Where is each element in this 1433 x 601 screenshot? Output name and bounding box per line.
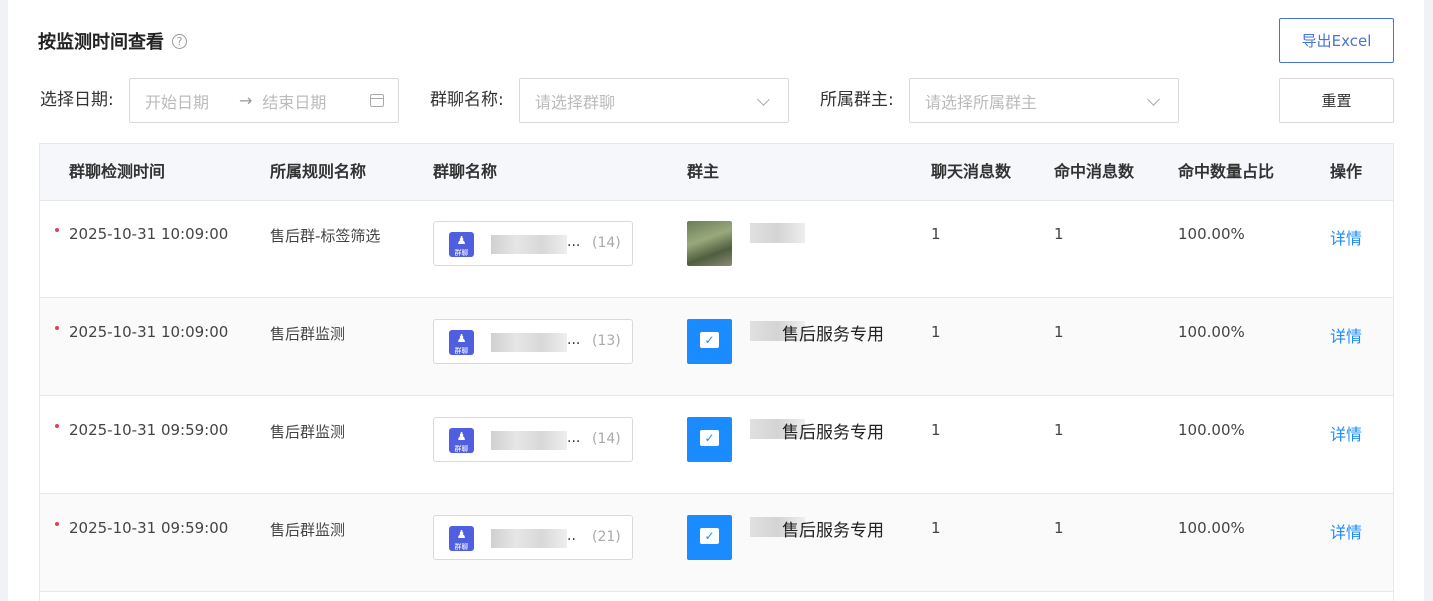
group-member-count: (13)	[592, 333, 621, 349]
group-chat-icon: ♟ 群聊	[449, 428, 474, 453]
owner-name: 售后服务专用	[782, 325, 884, 345]
page-title: 按监测时间查看	[38, 32, 164, 53]
detail-link[interactable]: 详情	[1330, 225, 1362, 249]
group-chat-icon: ♟ 群聊	[449, 232, 474, 257]
group-name-chip: ♟ 群聊 ... (13)	[433, 319, 633, 364]
detail-link[interactable]: 详情	[1330, 323, 1362, 347]
column-header: 聊天消息数	[931, 162, 1012, 181]
chat-check-icon: ✓	[700, 332, 719, 348]
column-header: 命中数量占比	[1178, 162, 1275, 181]
rule-name: 售后群-标签筛选	[270, 227, 381, 245]
detect-time: 2025-10-31 09:59:00	[69, 421, 229, 439]
table-row: 2025-10-31 10:09:00 售后群监测 ♟ 群聊 ... (13) ✓…	[40, 298, 1393, 396]
hit-message-count: 1	[1054, 421, 1064, 439]
title-row: 按监测时间查看 ?	[38, 28, 187, 54]
group-member-count: (14)	[592, 431, 621, 447]
chat-message-count: 1	[931, 225, 941, 243]
owner-select-placeholder: 请选择所属群主	[925, 92, 1038, 112]
detect-time: 2025-10-31 09:59:00	[69, 519, 229, 537]
chat-check-icon: ✓	[700, 430, 719, 446]
group-member-count: (14)	[592, 235, 621, 251]
hit-ratio: 100.00%	[1178, 421, 1245, 439]
chevron-down-icon	[1147, 93, 1160, 106]
group-select-placeholder: 请选择群聊	[535, 92, 616, 112]
column-header: 命中消息数	[1054, 162, 1135, 181]
group-name-chip: ♟ 群聊 .. (21)	[433, 515, 633, 560]
detect-time: 2025-10-31 10:09:00	[69, 225, 229, 243]
rule-name: 售后群监测	[270, 325, 346, 343]
column-header: 操作	[1330, 162, 1363, 181]
detail-link[interactable]: 详情	[1330, 421, 1362, 445]
detect-time: 2025-10-31 10:09:00	[69, 323, 229, 341]
table-row: 2025-10-31 10:09:00 售后群-标签筛选 ♟ 群聊 ... (14…	[40, 200, 1393, 298]
owner-avatar: ✓	[687, 319, 732, 364]
chat-message-count: 1	[931, 421, 941, 439]
status-dot	[55, 326, 59, 330]
group-chat-icon: ♟ 群聊	[449, 330, 474, 355]
monitor-table: 群聊检测时间 所属规则名称 群聊名称 群主 聊天消息数 命中消息数 命中数量占比…	[39, 143, 1394, 601]
status-dot	[55, 522, 59, 526]
help-icon[interactable]: ?	[172, 33, 187, 49]
column-header: 群主	[687, 162, 720, 181]
owner-name: 售后服务专用	[782, 521, 884, 541]
status-dot	[55, 228, 59, 232]
start-date-input[interactable]: 开始日期	[130, 89, 209, 113]
column-header: 群聊检测时间	[69, 162, 166, 181]
owner-avatar: ✓	[687, 515, 732, 560]
owner-name: 售后服务专用	[782, 423, 884, 443]
hit-message-count: 1	[1054, 519, 1064, 537]
redacted-group-name	[491, 333, 567, 352]
column-header: 群聊名称	[433, 162, 498, 181]
hit-message-count: 1	[1054, 225, 1064, 243]
chat-check-icon: ✓	[700, 528, 719, 544]
date-range-picker[interactable]: 开始日期 → 结束日期	[129, 78, 399, 123]
hit-ratio: 100.00%	[1178, 225, 1245, 243]
group-name-suffix: ...	[567, 234, 581, 250]
group-chat-icon: ♟ 群聊	[449, 526, 474, 551]
redacted-group-name	[491, 431, 567, 450]
group-member-count: (21)	[592, 529, 621, 545]
detail-link[interactable]: 详情	[1330, 519, 1362, 543]
hit-ratio: 100.00%	[1178, 519, 1245, 537]
table-row: 2025-10-31 09:59:00 售后群监测 ♟ 群聊 ... (14) ✓…	[40, 396, 1393, 494]
owner-select[interactable]: 请选择所属群主	[909, 78, 1179, 123]
chat-message-count: 1	[931, 323, 941, 341]
redacted-owner-name	[750, 223, 805, 243]
table-header: 群聊检测时间 所属规则名称 群聊名称 群主 聊天消息数 命中消息数 命中数量占比…	[40, 144, 1393, 201]
reset-button[interactable]: 重置	[1279, 78, 1394, 123]
table-row: 2025-10-31 09:59:00 售后群监测 ♟ 群聊 .. (21) ✓ …	[40, 494, 1393, 592]
rule-name: 售后群监测	[270, 521, 346, 539]
calendar-icon	[370, 94, 384, 107]
chat-message-count: 1	[931, 519, 941, 537]
group-name-suffix: ...	[567, 430, 581, 446]
status-dot	[55, 424, 59, 428]
end-date-input[interactable]: 结束日期	[262, 89, 326, 113]
owner-avatar	[687, 221, 732, 266]
chevron-down-icon	[757, 93, 770, 106]
group-name-chip: ♟ 群聊 ... (14)	[433, 221, 633, 266]
range-arrow-icon: →	[239, 91, 253, 110]
owner-filter-label: 所属群主:	[820, 90, 894, 110]
export-excel-button[interactable]: 导出Excel	[1279, 18, 1394, 63]
group-name-suffix: ...	[567, 332, 581, 348]
column-header: 所属规则名称	[270, 162, 367, 181]
redacted-group-name	[491, 529, 567, 548]
rule-name: 售后群监测	[270, 423, 346, 441]
date-filter-label: 选择日期:	[40, 90, 114, 110]
group-name-suffix: ..	[567, 528, 576, 544]
redacted-group-name	[491, 235, 567, 254]
hit-ratio: 100.00%	[1178, 323, 1245, 341]
owner-avatar: ✓	[687, 417, 732, 462]
main-card: 按监测时间查看 ? 导出Excel 选择日期: 开始日期 → 结束日期 群聊名称…	[8, 0, 1424, 601]
group-name-chip: ♟ 群聊 ... (14)	[433, 417, 633, 462]
group-select[interactable]: 请选择群聊	[519, 78, 789, 123]
hit-message-count: 1	[1054, 323, 1064, 341]
group-filter-label: 群聊名称:	[430, 90, 504, 110]
